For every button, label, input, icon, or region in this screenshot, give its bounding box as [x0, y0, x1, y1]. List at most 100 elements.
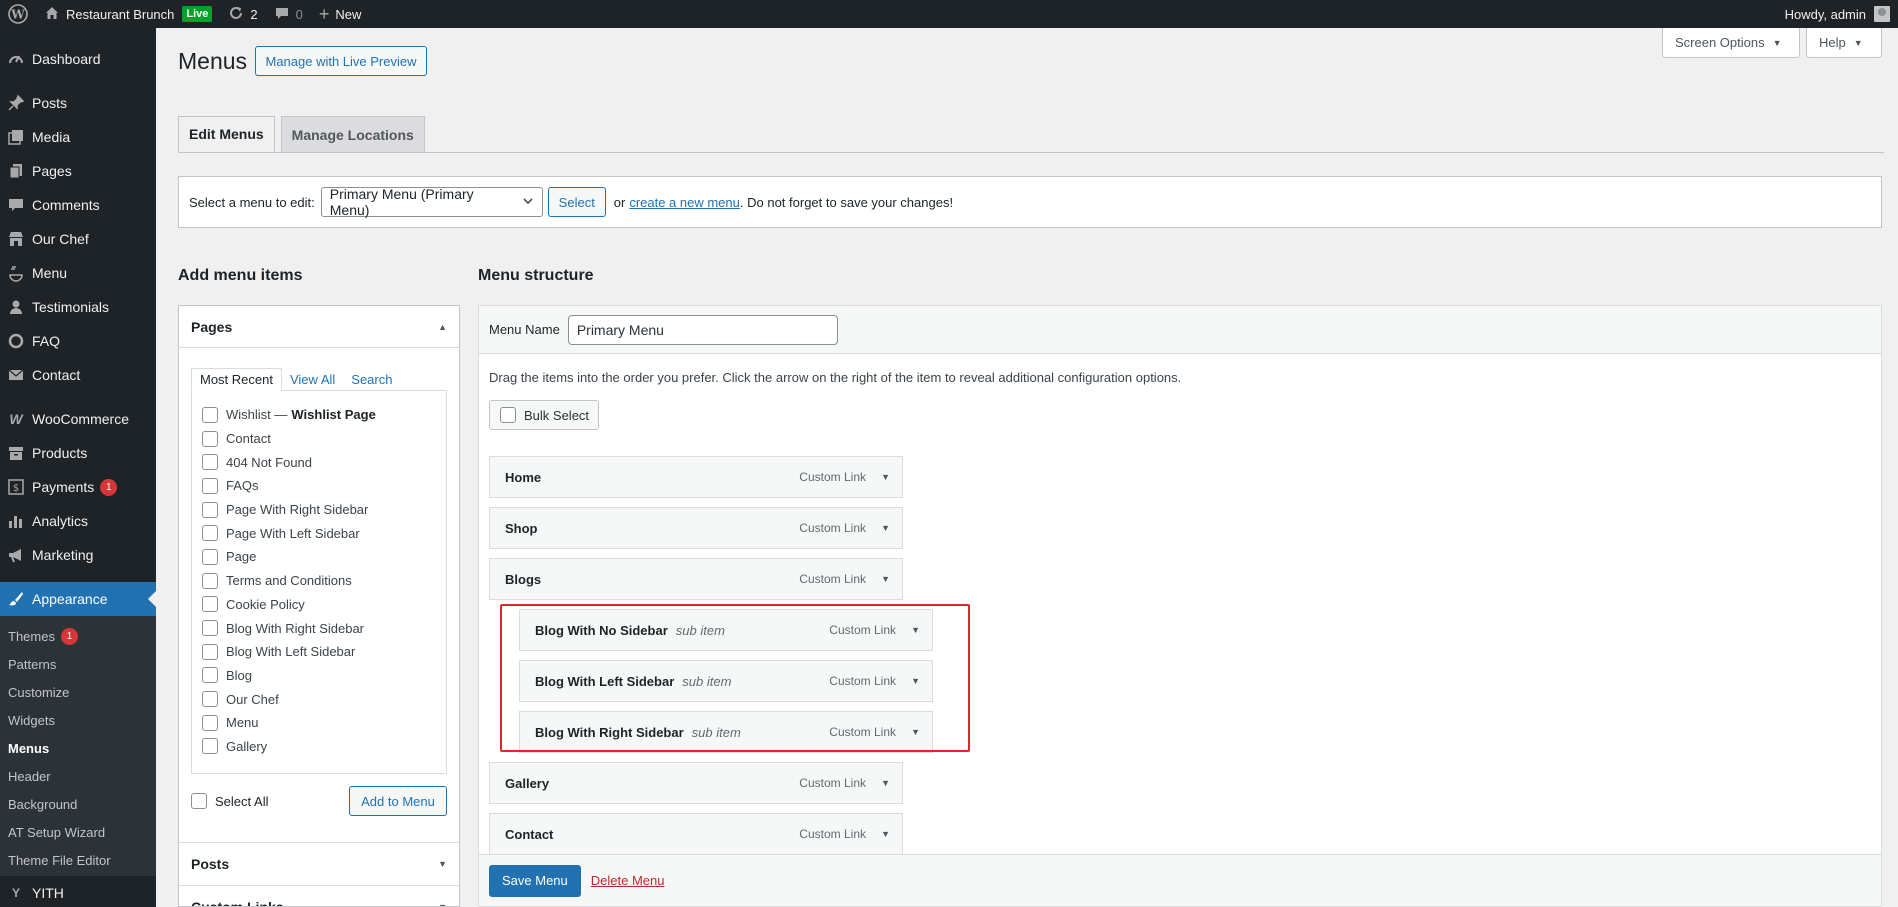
save-menu-button[interactable]: Save Menu [489, 864, 581, 897]
checkbox[interactable] [202, 714, 218, 731]
sidebar-item-media[interactable]: Media [0, 120, 156, 154]
checkbox[interactable] [202, 406, 218, 423]
submenu-item-background[interactable]: Background [0, 790, 156, 818]
add-to-menu-button[interactable]: Add to Menu [349, 786, 447, 816]
tab-most-recent[interactable]: Most Recent [191, 368, 282, 391]
checkbox[interactable] [202, 501, 218, 518]
sidebar-item-marketing[interactable]: Marketing [0, 538, 156, 572]
checkbox[interactable] [202, 525, 218, 542]
list-item[interactable]: Cookie Policy [202, 593, 436, 617]
checkbox[interactable] [202, 667, 218, 684]
list-item[interactable]: Page [202, 545, 436, 569]
caret-up-icon: ▲ [438, 321, 447, 332]
create-new-menu-link[interactable]: create a new menu [629, 195, 740, 210]
checkbox[interactable] [202, 454, 218, 471]
list-item[interactable]: Page With Right Sidebar [202, 498, 436, 522]
sidebar-item-our-chef[interactable]: Our Chef [0, 222, 156, 256]
sidebar-item-woocommerce[interactable]: W WooCommerce [0, 402, 156, 436]
checkbox[interactable] [202, 572, 218, 589]
checkbox[interactable] [202, 596, 218, 613]
delete-menu-link[interactable]: Delete Menu [591, 873, 665, 888]
toggle-arrow-icon[interactable]: ▼ [881, 523, 890, 533]
list-item[interactable]: Menu [202, 711, 436, 735]
toggle-arrow-icon[interactable]: ▼ [881, 574, 890, 584]
sidebar-item-comments[interactable]: Comments [0, 188, 156, 222]
tab-view-all[interactable]: View All [282, 369, 343, 390]
list-item[interactable]: Wishlist — Wishlist Page [202, 403, 436, 427]
list-item[interactable]: Gallery [202, 735, 436, 759]
submenu-item-setup-wizard[interactable]: AT Setup Wizard [0, 818, 156, 846]
sidebar-item-appearance[interactable]: Appearance [0, 582, 156, 616]
list-item[interactable]: Terms and Conditions [202, 569, 436, 593]
checkbox[interactable] [202, 691, 218, 708]
submenu-item-patterns[interactable]: Patterns [0, 650, 156, 678]
updates-link[interactable]: 2 [220, 0, 265, 28]
submenu-item-theme-file-editor[interactable]: Theme File Editor [0, 846, 156, 874]
sidebar-item-posts[interactable]: Posts [0, 86, 156, 120]
menu-item-row[interactable]: Gallery Custom Link ▼ [489, 762, 903, 804]
screen-options-button[interactable]: Screen Options ▼ [1662, 28, 1800, 58]
sidebar-item-analytics[interactable]: Analytics [0, 504, 156, 538]
menu-item-row[interactable]: Blogs Custom Link ▼ [489, 558, 903, 600]
sidebar-item-testimonials[interactable]: Testimonials [0, 290, 156, 324]
user-icon [6, 297, 26, 317]
sidebar-item-contact[interactable]: Contact [0, 358, 156, 392]
submenu-item-header[interactable]: Header [0, 762, 156, 790]
archive-icon [6, 443, 26, 463]
list-item[interactable]: Blog With Right Sidebar [202, 616, 436, 640]
toggle-arrow-icon[interactable]: ▼ [881, 472, 890, 482]
menu-item-row[interactable]: Home Custom Link ▼ [489, 456, 903, 498]
checkbox[interactable] [202, 643, 218, 660]
select-all-control[interactable]: Select All [191, 793, 268, 809]
menu-item-row[interactable]: Contact Custom Link ▼ [489, 813, 903, 855]
live-preview-button[interactable]: Manage with Live Preview [255, 46, 427, 76]
sidebar-item-products[interactable]: Products [0, 436, 156, 470]
pages-accordion-header[interactable]: Pages ▲ [179, 306, 459, 348]
list-item[interactable]: Contact [202, 427, 436, 451]
checkbox[interactable] [202, 620, 218, 637]
avatar [1874, 6, 1890, 22]
menu-name-input[interactable]: Primary Menu [567, 314, 838, 345]
bulk-select-checkbox[interactable] [500, 407, 516, 423]
posts-accordion-header[interactable]: Posts ▼ [179, 842, 459, 885]
wordpress-logo-icon[interactable]: W [0, 0, 36, 28]
bulk-select-button[interactable]: Bulk Select [489, 400, 600, 430]
menu-item-title: Blogs [505, 571, 542, 587]
sidebar-item-yith[interactable]: Y YITH [0, 876, 156, 907]
submenu-item-customize[interactable]: Customize [0, 678, 156, 706]
toggle-arrow-icon[interactable]: ▼ [881, 829, 890, 839]
list-item[interactable]: 404 Not Found [202, 450, 436, 474]
checkbox[interactable] [202, 738, 218, 755]
sidebar-item-menu[interactable]: Menu [0, 256, 156, 290]
my-account[interactable]: Howdy, admin [1785, 6, 1898, 22]
menu-select-dropdown[interactable]: Primary Menu (Primary Menu) [320, 186, 543, 218]
tab-edit-menus[interactable]: Edit Menus [178, 116, 275, 152]
custom-links-accordion-header[interactable]: Custom Links ▼ [179, 885, 459, 906]
list-item[interactable]: Blog [202, 664, 436, 688]
sidebar-item-dashboard[interactable]: Dashboard [0, 42, 156, 76]
checkbox[interactable] [202, 477, 218, 494]
menu-item-row[interactable]: Shop Custom Link ▼ [489, 507, 903, 549]
checkbox[interactable] [202, 548, 218, 565]
tab-search[interactable]: Search [343, 369, 400, 390]
submenu-item-menus[interactable]: Menus [0, 734, 156, 762]
select-all-checkbox[interactable] [191, 793, 207, 809]
sidebar-item-payments[interactable]: $ Payments 1 [0, 470, 156, 504]
sidebar-item-faq[interactable]: FAQ [0, 324, 156, 358]
comments-link[interactable]: 0 [266, 0, 311, 28]
select-menu-button[interactable]: Select [547, 187, 606, 217]
list-item[interactable]: Blog With Left Sidebar [202, 640, 436, 664]
list-item[interactable]: Our Chef [202, 687, 436, 711]
tab-manage-locations[interactable]: Manage Locations [280, 116, 425, 152]
toggle-arrow-icon[interactable]: ▼ [881, 778, 890, 788]
new-content-link[interactable]: + New [311, 0, 370, 28]
submenu-item-themes[interactable]: Themes 1 [0, 622, 156, 650]
sidebar-item-label: Posts [32, 95, 68, 111]
site-name-link[interactable]: Restaurant Brunch Live [36, 0, 220, 28]
submenu-item-widgets[interactable]: Widgets [0, 706, 156, 734]
sidebar-item-pages[interactable]: Pages [0, 154, 156, 188]
list-item[interactable]: Page With Left Sidebar [202, 521, 436, 545]
checkbox[interactable] [202, 430, 218, 447]
list-item[interactable]: FAQs [202, 474, 436, 498]
help-button[interactable]: Help ▼ [1806, 28, 1882, 58]
